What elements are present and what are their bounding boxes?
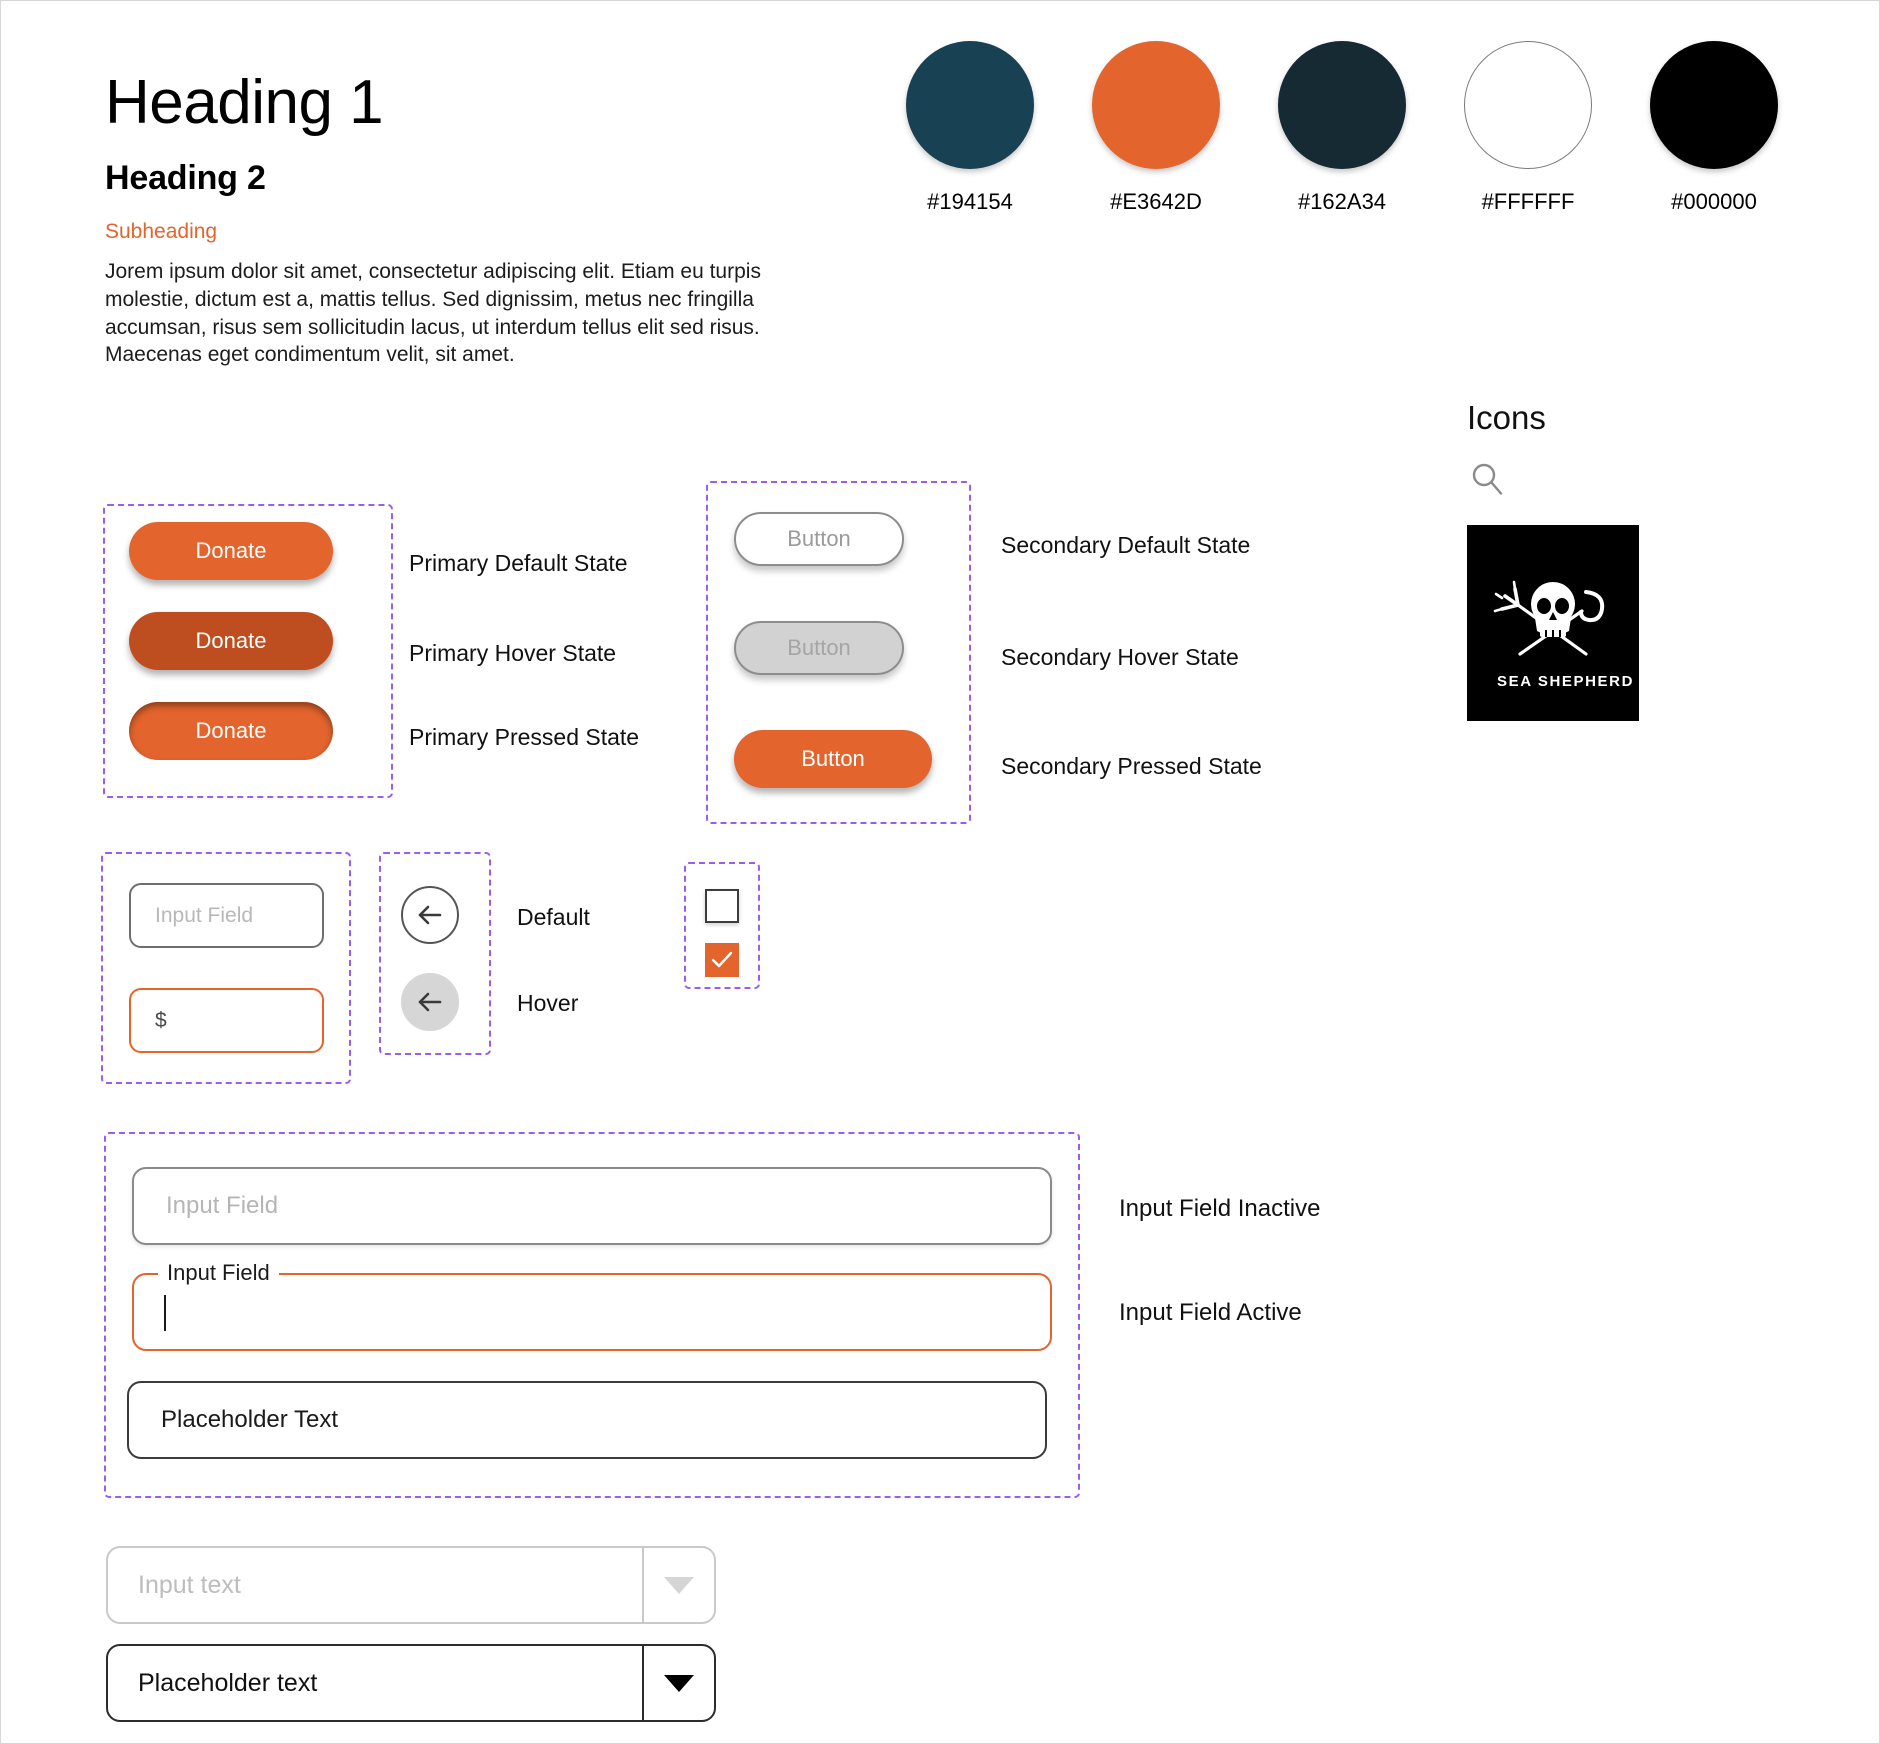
- select-light-value: Input text: [138, 1570, 241, 1599]
- style-guide-canvas: Heading 1 Heading 2 Subheading Jorem ips…: [0, 0, 1880, 1744]
- page-title: Heading 1: [105, 68, 384, 137]
- large-input-active-caption: Input Field Active: [1119, 1299, 1302, 1326]
- chevron-down-icon[interactable]: [642, 1548, 714, 1622]
- color-palette: #194154 #E3642D #162A34 #FFFFFF #000000: [906, 41, 1778, 215]
- swatch-hex-label: #FFFFFF: [1481, 189, 1575, 214]
- swatch-circle: [1278, 41, 1406, 169]
- large-input-inactive[interactable]: Input Field: [132, 1167, 1052, 1245]
- arrow-default-label: Default: [517, 904, 590, 930]
- arrow-left-button-hover[interactable]: [401, 973, 459, 1031]
- swatch-4: #FFFFFF: [1464, 41, 1592, 215]
- primary-default-button[interactable]: Donate: [129, 522, 333, 580]
- arrow-left-icon: [418, 905, 442, 925]
- swatch-1: #194154: [906, 41, 1034, 215]
- secondary-pressed-button[interactable]: Button: [734, 730, 932, 788]
- text-caret: [164, 1295, 166, 1331]
- large-input-inactive-caption: Input Field Inactive: [1119, 1195, 1321, 1222]
- chevron-down-icon[interactable]: [642, 1646, 714, 1720]
- swatch-circle: [906, 41, 1034, 169]
- logo-wordmark-text: SEA SHEPHERD: [1497, 673, 1635, 690]
- swatch-2: #E3642D: [1092, 41, 1220, 215]
- secondary-hover-button[interactable]: Button: [734, 621, 904, 675]
- swatch-hex-label: #E3642D: [1110, 189, 1202, 214]
- checkbox-checked[interactable]: [705, 943, 739, 977]
- primary-pressed-label: Primary Pressed State: [409, 724, 640, 750]
- swatch-hex-label: #162A34: [1297, 189, 1387, 214]
- swatch-hex-label: #194154: [927, 189, 1013, 214]
- arrow-hover-label: Hover: [517, 990, 579, 1016]
- swatch-circle: [1464, 41, 1592, 169]
- select-dark-value: Placeholder text: [138, 1668, 318, 1697]
- subheading: Subheading: [105, 220, 218, 244]
- large-input-filled[interactable]: Placeholder Text: [127, 1381, 1047, 1459]
- primary-default-label: Primary Default State: [409, 550, 628, 576]
- body-paragraph: Jorem ipsum dolor sit amet, consectetur …: [105, 260, 761, 367]
- typography-block: Heading 1 Heading 2 Subheading Jorem ips…: [105, 68, 825, 369]
- select-dark[interactable]: Placeholder text: [106, 1644, 716, 1722]
- swatch-5: #000000: [1650, 41, 1778, 215]
- swatch-circle: [1650, 41, 1778, 169]
- primary-hover-label: Primary Hover State: [409, 640, 617, 666]
- small-input-default[interactable]: Input Field: [129, 883, 324, 948]
- primary-pressed-button[interactable]: Donate: [129, 702, 333, 760]
- search-icon[interactable]: [1467, 459, 1507, 499]
- icons-heading: Icons: [1467, 399, 1546, 436]
- secondary-pressed-label: Secondary Pressed State: [1001, 753, 1262, 779]
- swatch-3: #162A34: [1278, 41, 1406, 215]
- heading-2: Heading 2: [105, 159, 266, 198]
- swatch-circle: [1092, 41, 1220, 169]
- secondary-hover-label: Secondary Hover State: [1001, 644, 1239, 670]
- checkbox-unchecked[interactable]: [705, 889, 739, 923]
- secondary-default-button[interactable]: Button: [734, 512, 904, 566]
- select-light[interactable]: Input text: [106, 1546, 716, 1624]
- small-input-currency[interactable]: $: [129, 988, 324, 1053]
- secondary-default-label: Secondary Default State: [1001, 532, 1251, 558]
- primary-hover-button[interactable]: Donate: [129, 612, 333, 670]
- check-icon: [711, 951, 733, 968]
- sea-shepherd-logo: [1467, 525, 1639, 721]
- swatch-hex-label: #000000: [1671, 189, 1757, 214]
- floating-label: Input Field: [158, 1260, 279, 1286]
- arrow-left-button-default[interactable]: [401, 886, 459, 944]
- large-input-active[interactable]: Input Field: [132, 1260, 1052, 1351]
- arrow-left-icon: [418, 992, 442, 1012]
